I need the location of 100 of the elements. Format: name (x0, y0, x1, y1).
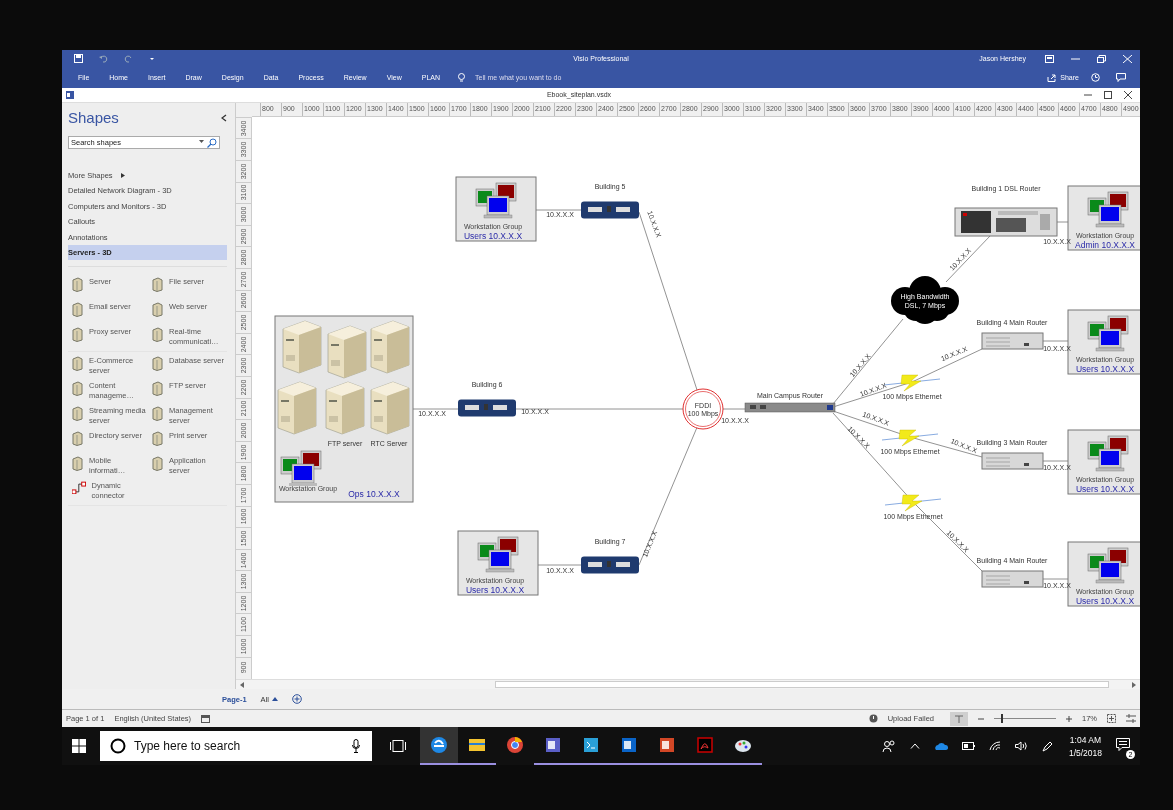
connector-line (1042, 578, 1069, 580)
volume-icon[interactable] (1014, 741, 1028, 751)
computers-icon (477, 536, 519, 573)
cloud-icon (891, 275, 959, 324)
terminal-icon (581, 735, 601, 755)
pdf-app-icon (695, 735, 715, 755)
server-icon (72, 381, 83, 397)
close-icon[interactable] (1124, 91, 1132, 99)
server-icon (152, 381, 163, 397)
horizontal-scrollbar[interactable] (236, 678, 1140, 690)
computers-icon (1087, 315, 1129, 352)
lightning-bolt-icon (884, 494, 942, 512)
cloud-icon[interactable] (933, 742, 948, 750)
taskbar-app[interactable] (420, 727, 458, 765)
customize-caret-icon[interactable] (149, 55, 155, 62)
connector-line (1042, 460, 1069, 462)
connector-line (1056, 221, 1069, 223)
share-icon (1047, 73, 1057, 82)
microphone-icon[interactable] (352, 739, 360, 753)
server-icon (370, 381, 410, 435)
caret-up-icon (271, 697, 278, 702)
connector-line (1042, 340, 1069, 342)
server-icon (152, 302, 163, 318)
server-icon (152, 277, 163, 293)
server-icon (72, 277, 83, 293)
server-icon (72, 431, 83, 447)
server-icon (282, 320, 322, 374)
dropdown-caret-icon[interactable] (199, 140, 204, 145)
ribbon-display-icon[interactable] (1045, 54, 1054, 63)
connector-line (535, 209, 582, 211)
server-icon (152, 431, 163, 447)
computers-icon (1087, 435, 1129, 472)
router-device-icon (981, 332, 1044, 350)
visio-file-icon (66, 91, 74, 99)
save-icon[interactable] (74, 54, 83, 64)
redo-icon[interactable] (124, 54, 133, 64)
scroll-left-icon[interactable] (240, 681, 245, 688)
comment-icon[interactable] (1116, 73, 1126, 83)
undo-icon[interactable] (99, 54, 108, 64)
server-icon (72, 406, 83, 422)
connector-line (945, 235, 991, 283)
computers-icon (1087, 191, 1129, 228)
connector-line (412, 408, 459, 410)
search-icon[interactable] (207, 137, 217, 148)
notifications-icon[interactable] (1116, 738, 1130, 751)
server-icon (327, 325, 367, 379)
task-view-icon[interactable] (390, 740, 406, 752)
lightning-bolt-icon (881, 429, 939, 447)
group-label: Users 10.X.X.X (463, 230, 523, 241)
group-label: Users 10.X.X.X (1075, 363, 1135, 374)
computers-icon (280, 450, 322, 486)
minimize-icon[interactable] (1084, 91, 1092, 99)
history-icon[interactable] (1091, 73, 1100, 83)
add-page-icon[interactable] (291, 694, 302, 705)
maximize-icon[interactable] (1104, 91, 1112, 99)
server-icon (152, 327, 163, 343)
server-icon (277, 381, 317, 435)
fit-page-icon[interactable] (1107, 714, 1116, 724)
connector-icon (72, 481, 86, 495)
server-icon (325, 381, 365, 435)
computers-icon (475, 182, 517, 219)
server-icon (152, 356, 163, 372)
clock-date[interactable]: 1/5/2018 (1068, 747, 1102, 758)
server-icon (152, 406, 163, 422)
server-icon (72, 327, 83, 343)
router-device-icon (744, 402, 836, 413)
group-label: Users 10.X.X.X (1075, 595, 1135, 606)
group-label: Users 10.X.X.X (1075, 483, 1135, 494)
ring-node-icon (682, 388, 724, 430)
browser-icon (429, 735, 449, 755)
switch-windows-icon[interactable] (1126, 714, 1136, 724)
restore-icon[interactable] (1097, 54, 1106, 63)
rack-router-icon (954, 207, 1058, 237)
collapse-chevron-icon[interactable] (221, 113, 227, 122)
group-label: Admin 10.X.X.X (1075, 239, 1135, 250)
wifi-icon[interactable] (988, 741, 1001, 751)
router-device-icon (981, 570, 1044, 588)
lightbulb-icon (458, 73, 465, 83)
submenu-arrow-icon (120, 172, 125, 178)
upload-failed-icon (868, 714, 878, 724)
server-icon (72, 356, 83, 372)
browser-icon (505, 735, 525, 755)
chevron-up-icon[interactable] (909, 743, 920, 749)
cortana-circle-icon (110, 738, 126, 754)
clock-time[interactable]: 1:04 AM (1069, 734, 1102, 745)
group-label: Ops 10.X.X.X (348, 488, 400, 499)
scroll-right-icon[interactable] (1131, 681, 1136, 688)
group-label: Users 10.X.X.X (465, 584, 525, 595)
connector-line (537, 564, 582, 566)
server-icon (72, 302, 83, 318)
panel-title: Shapes (68, 109, 119, 127)
windows-start-icon[interactable] (72, 739, 86, 753)
zoom-in-icon[interactable] (1066, 715, 1072, 722)
macro-icon[interactable] (201, 714, 211, 723)
battery-icon[interactable] (961, 742, 975, 750)
search-field[interactable]: Type here to search (100, 731, 372, 761)
pen-icon[interactable] (1041, 740, 1053, 752)
computers-icon (1087, 547, 1129, 584)
people-icon[interactable] (881, 740, 896, 752)
server-icon (152, 456, 163, 472)
